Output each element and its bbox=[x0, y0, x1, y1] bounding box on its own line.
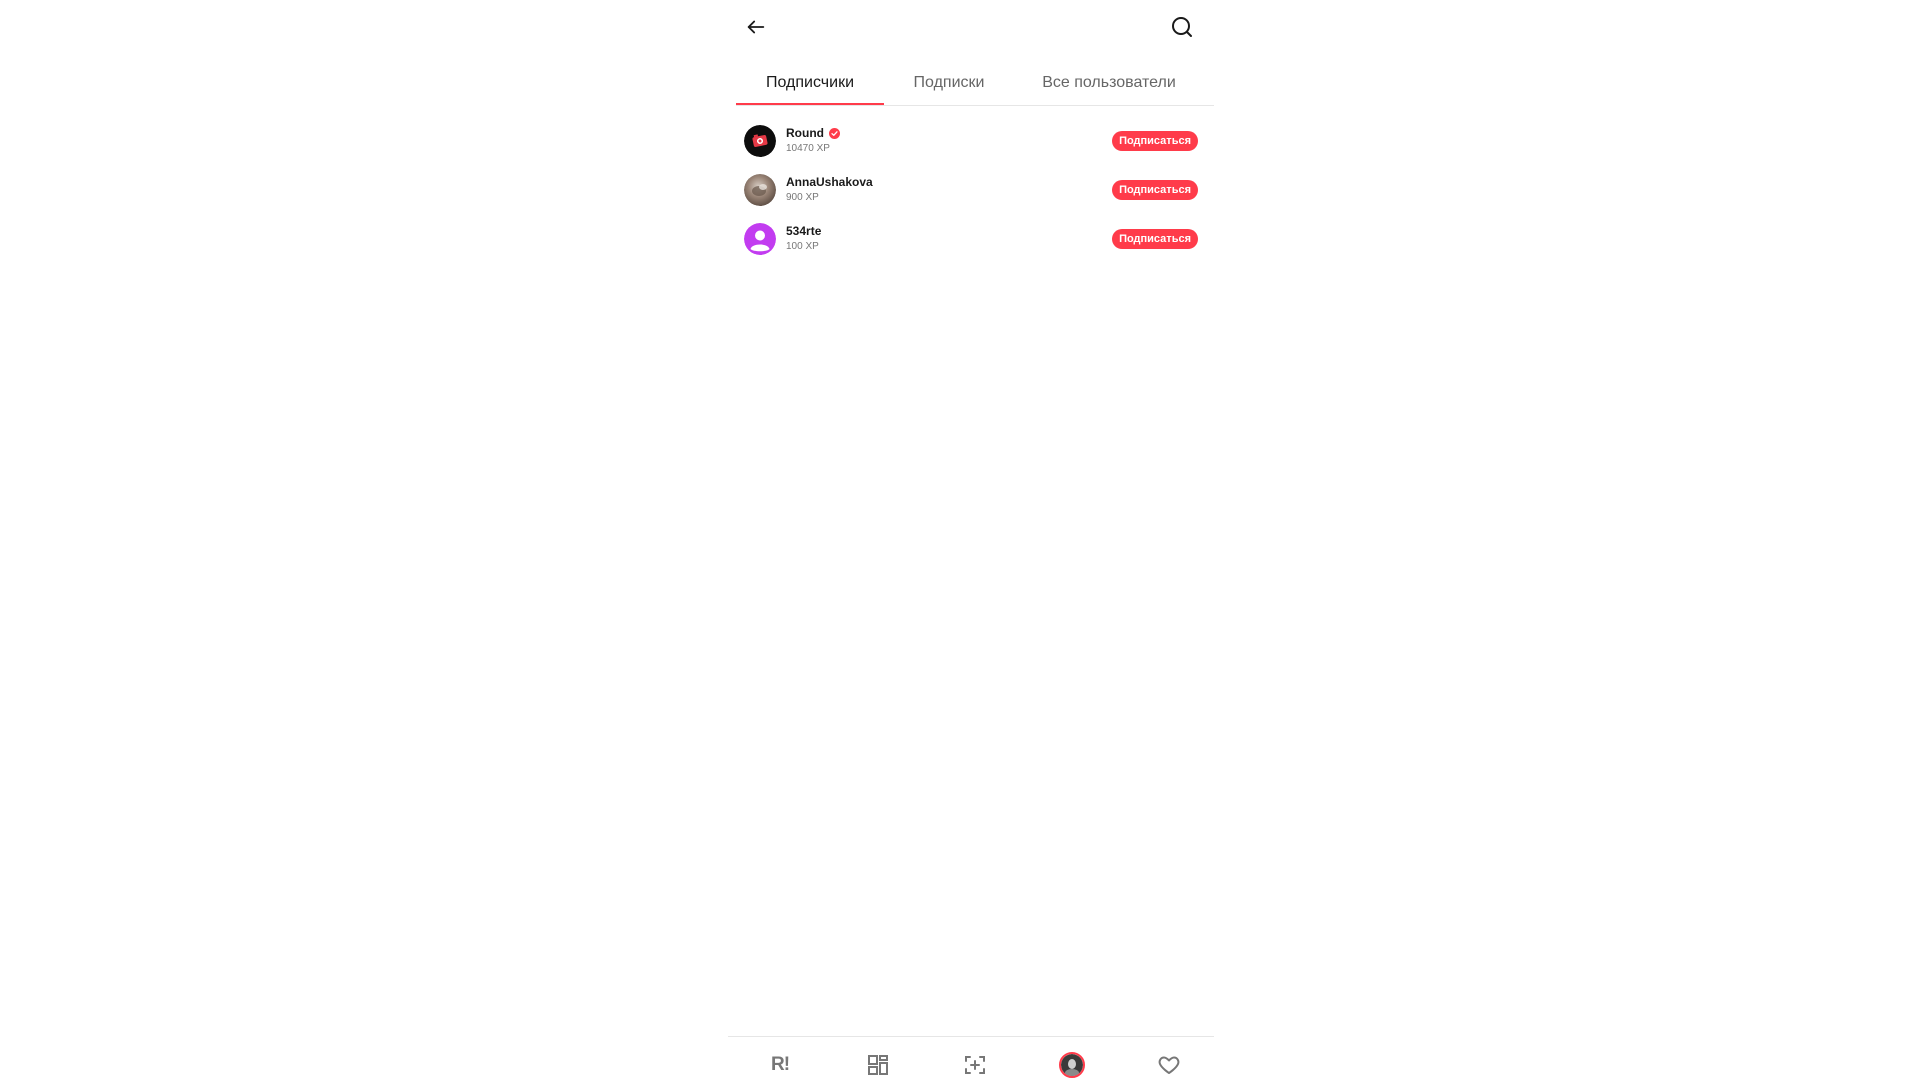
user-name-text: 534rte bbox=[786, 223, 822, 238]
user-list: Round 10470 XP Подписаться AnnaUshakova … bbox=[728, 120, 1214, 266]
logo-text: R! bbox=[770, 1054, 790, 1075]
user-xp: 900 XP bbox=[786, 191, 819, 203]
user-name[interactable]: Round bbox=[786, 126, 840, 140]
dashboard-icon[interactable] bbox=[864, 1051, 892, 1079]
user-name[interactable]: AnnaUshakova bbox=[786, 175, 873, 189]
add-scan-icon[interactable] bbox=[961, 1051, 989, 1079]
user-name-text: Round bbox=[786, 126, 824, 140]
photo-avatar[interactable] bbox=[744, 173, 776, 206]
subscribe-button[interactable]: Подписаться bbox=[1112, 131, 1198, 151]
list-item[interactable]: 534rte 100 XP Подписаться bbox=[728, 218, 1214, 266]
top-bar bbox=[728, 0, 1214, 54]
search-icon bbox=[1172, 17, 1192, 37]
user-xp: 100 XP bbox=[786, 240, 819, 252]
tab-bar: Подписчики Подписки Все пользователи bbox=[736, 62, 1214, 106]
list-item[interactable]: Round 10470 XP Подписаться bbox=[728, 120, 1214, 168]
subscribe-button[interactable]: Подписаться bbox=[1112, 179, 1198, 200]
back-button[interactable] bbox=[740, 11, 772, 43]
subscribe-button[interactable]: Подписаться bbox=[1112, 228, 1198, 249]
tab-all-users[interactable]: Все пользователи bbox=[1014, 62, 1204, 104]
list-item[interactable]: AnnaUshakova 900 XP Подписаться bbox=[728, 169, 1214, 217]
default-user-avatar[interactable] bbox=[744, 222, 776, 255]
tab-following[interactable]: Подписки bbox=[884, 62, 1014, 104]
app-container: Подписчики Подписки Все пользователи Rou… bbox=[728, 0, 1214, 1080]
profile-avatar bbox=[1059, 1052, 1085, 1078]
user-xp: 10470 XP bbox=[786, 143, 830, 154]
user-name[interactable]: 534rte bbox=[786, 224, 821, 238]
heart-icon[interactable] bbox=[1155, 1051, 1183, 1079]
tab-followers[interactable]: Подписчики bbox=[736, 62, 884, 105]
round-logo-avatar[interactable] bbox=[744, 125, 776, 157]
bottom-navigation: R! bbox=[728, 1036, 1214, 1081]
profile-nav-item[interactable] bbox=[1058, 1051, 1086, 1079]
arrow-left-icon bbox=[747, 20, 765, 34]
search-button[interactable] bbox=[1166, 11, 1198, 43]
home-logo-icon[interactable]: R! bbox=[766, 1051, 794, 1079]
user-name-text: AnnaUshakova bbox=[786, 174, 873, 189]
verified-badge-icon bbox=[829, 127, 840, 139]
